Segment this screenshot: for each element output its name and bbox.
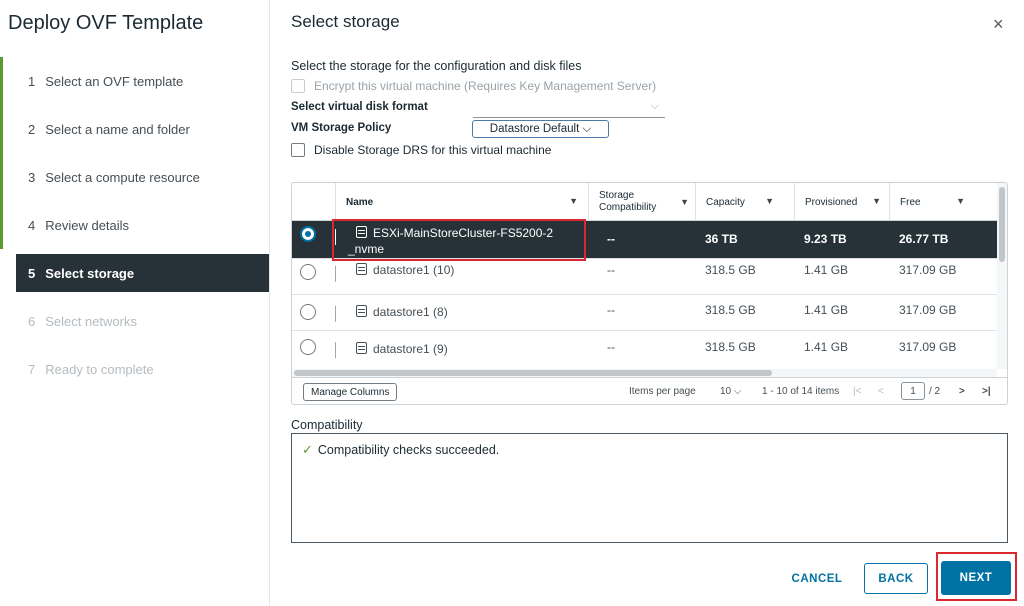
disable-drs-checkbox[interactable] bbox=[291, 143, 305, 157]
row-radio[interactable] bbox=[300, 339, 316, 355]
wizard-step-label: Select networks bbox=[45, 313, 137, 329]
grid-vertical-scrollbar[interactable] bbox=[997, 183, 1007, 369]
wizard-step-label: Select an OVF template bbox=[45, 73, 184, 89]
table-row[interactable]: datastore1 (10) -- 318.5 GB 1.41 GB 317.… bbox=[292, 259, 997, 295]
wizard-step-1[interactable]: 1 Select an OVF template bbox=[0, 57, 269, 105]
table-row[interactable]: datastore1 (9) -- 318.5 GB 1.41 GB 317.0… bbox=[292, 331, 997, 369]
grid-header: Name ▼ Storage Compatibility ▼ Capacity ▼… bbox=[292, 183, 1007, 221]
chevron-down-icon: ⌵ bbox=[650, 100, 659, 112]
wizard-step-6: 6 Select networks bbox=[28, 313, 137, 329]
encrypt-vm-label: Encrypt this virtual machine (Requires K… bbox=[314, 79, 657, 93]
disable-drs-row[interactable]: Disable Storage DRS for this virtual mac… bbox=[291, 143, 551, 157]
items-per-page-label: Items per page bbox=[629, 386, 696, 397]
datastore-name: ESXi-MainStoreCluster-FS5200-2 _nvme bbox=[348, 226, 554, 256]
disk-format-label: Select virtual disk format bbox=[291, 101, 428, 113]
table-row[interactable]: ESXi-MainStoreCluster-FS5200-2 _nvme -- 3… bbox=[292, 221, 997, 259]
prev-page-icon[interactable]: < bbox=[878, 386, 884, 397]
column-provisioned[interactable]: Provisioned ▼ bbox=[794, 183, 889, 221]
datastore-icon bbox=[356, 263, 367, 275]
encrypt-vm-row: Encrypt this virtual machine (Requires K… bbox=[291, 79, 656, 93]
scroll-thumb[interactable] bbox=[294, 370, 772, 376]
datastore-icon bbox=[356, 305, 367, 317]
last-page-icon[interactable]: >| bbox=[982, 386, 991, 397]
datastore-icon bbox=[356, 342, 367, 354]
column-capacity[interactable]: Capacity ▼ bbox=[695, 183, 794, 221]
compatibility-label: Compatibility bbox=[291, 418, 363, 432]
filter-icon[interactable]: ▼ bbox=[680, 196, 689, 208]
filter-icon[interactable]: ▼ bbox=[872, 196, 881, 206]
scroll-thumb[interactable] bbox=[999, 187, 1005, 262]
compatibility-box: ✓ Compatibility checks succeeded. bbox=[291, 433, 1008, 543]
wizard-step-4[interactable]: 4 Review details bbox=[0, 201, 269, 249]
wizard-step-3[interactable]: 3 Select a compute resource bbox=[0, 153, 269, 201]
wizard-step-label: Select a name and folder bbox=[45, 121, 190, 137]
check-icon: ✓ bbox=[302, 442, 313, 457]
next-button[interactable]: NEXT bbox=[941, 561, 1011, 595]
filter-icon[interactable]: ▼ bbox=[956, 196, 965, 206]
column-storage-compat[interactable]: Storage Compatibility ▼ bbox=[588, 183, 695, 221]
wizard-title: Deploy OVF Template bbox=[8, 12, 204, 34]
first-page-icon[interactable]: |< bbox=[853, 386, 861, 397]
policy-label: VM Storage Policy bbox=[291, 122, 392, 134]
wizard-step-7: 7 Ready to complete bbox=[28, 361, 154, 377]
items-range: 1 - 10 of 14 items bbox=[762, 386, 840, 397]
page-title: Select storage bbox=[291, 12, 400, 31]
filter-icon[interactable]: ▼ bbox=[765, 196, 774, 206]
datastore-cluster-icon bbox=[356, 226, 367, 238]
wizard-step-label: Select a compute resource bbox=[45, 169, 200, 185]
grid-horizontal-scrollbar[interactable] bbox=[292, 369, 997, 377]
row-radio[interactable] bbox=[300, 264, 316, 280]
wizard-step-label: Review details bbox=[45, 217, 130, 233]
back-button[interactable]: BACK bbox=[864, 563, 928, 594]
disk-format-select[interactable]: ⌵ bbox=[473, 100, 665, 118]
page-total: / 2 bbox=[929, 386, 941, 397]
main-panel: Select storage × Select the storage for … bbox=[291, 0, 1024, 606]
wizard-nav: Deploy OVF Template 1 Select an OVF templ… bbox=[0, 0, 270, 606]
grid-footer: Manage Columns Items per page 10 ⌵ 1 - 1… bbox=[292, 377, 1007, 404]
wizard-step-label: Ready to complete bbox=[45, 361, 154, 377]
datastore-name: datastore1 (10) bbox=[356, 263, 454, 277]
storage-policy-dropdown[interactable]: Datastore Default ⌵ bbox=[472, 120, 609, 138]
compatibility-message: ✓ Compatibility checks succeeded. bbox=[302, 442, 500, 457]
encrypt-vm-checkbox bbox=[291, 79, 305, 93]
column-name[interactable]: Name ▼ bbox=[335, 183, 588, 221]
wizard-steps: 1 Select an OVF template 2 Select a name a… bbox=[0, 57, 269, 393]
datastore-grid: Name ▼ Storage Compatibility ▼ Capacity ▼… bbox=[291, 182, 1008, 405]
wizard-step-2[interactable]: 2 Select a name and folder bbox=[0, 105, 269, 153]
wizard-step-5-active[interactable]: 5 Select storage bbox=[16, 254, 269, 292]
cancel-button[interactable]: CANCEL bbox=[785, 562, 849, 596]
page-number-input[interactable]: 1 bbox=[901, 382, 925, 400]
row-radio[interactable] bbox=[300, 304, 316, 320]
disable-drs-label: Disable Storage DRS for this virtual mac… bbox=[314, 143, 552, 157]
manage-columns-button[interactable]: Manage Columns bbox=[303, 383, 398, 401]
datastore-name: datastore1 (8) bbox=[356, 305, 448, 319]
wizard-step-label: Select storage bbox=[45, 265, 135, 281]
datastore-name: datastore1 (9) bbox=[356, 342, 448, 356]
row-radio[interactable] bbox=[300, 226, 316, 242]
next-page-icon[interactable]: > bbox=[959, 386, 965, 397]
storage-description: Select the storage for the configuration… bbox=[291, 59, 582, 73]
items-per-page-select[interactable]: 10 ⌵ bbox=[720, 386, 741, 397]
column-free[interactable]: Free ▼ bbox=[889, 183, 983, 221]
close-icon[interactable]: × bbox=[993, 14, 1004, 35]
grid-body: ESXi-MainStoreCluster-FS5200-2 _nvme -- 3… bbox=[292, 221, 1007, 369]
filter-icon[interactable]: ▼ bbox=[569, 196, 578, 206]
table-row[interactable]: datastore1 (8) -- 318.5 GB 1.41 GB 317.0… bbox=[292, 295, 997, 331]
